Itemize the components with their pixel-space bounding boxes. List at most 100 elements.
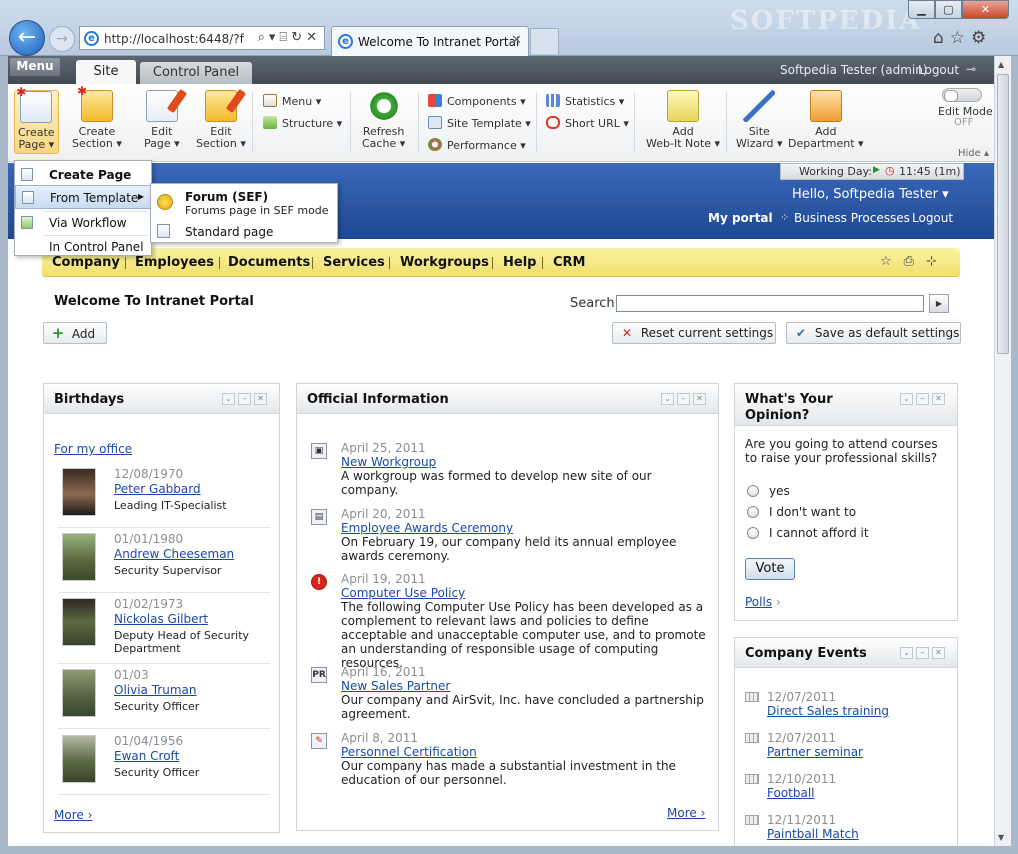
create-page-button[interactable]: ✱ Create Page ▾	[14, 86, 59, 154]
nav-workgroups[interactable]: Workgroups	[400, 255, 489, 270]
avatar[interactable]	[62, 533, 96, 581]
tab-site[interactable]: Site	[76, 60, 136, 85]
address-url[interactable]: http://localhost:6448/?fin	[104, 32, 244, 46]
play-icon[interactable]: ▶	[873, 165, 880, 175]
create-section-button[interactable]: ✱ Create Section ▾	[72, 85, 122, 150]
back-button[interactable]: ←	[9, 20, 45, 56]
collapse-icon[interactable]: ⌄	[661, 393, 674, 405]
add-department-button[interactable]: Add Department ▾	[788, 90, 864, 150]
favorites-star-icon[interactable]: ☆	[950, 28, 971, 48]
nav-documents[interactable]: Documents	[228, 255, 310, 270]
minimize-button[interactable]: ▁	[908, 0, 935, 19]
dropdown-icon[interactable]: ▾	[269, 30, 280, 45]
search-go-button[interactable]: ▶	[929, 294, 949, 313]
event-title-link[interactable]: Direct Sales training	[767, 704, 889, 718]
gadget-header[interactable]: Company Events ⌄ – ✕	[735, 638, 957, 668]
radio-button[interactable]	[747, 485, 759, 497]
birthdays-more-link[interactable]: More ›	[54, 808, 92, 822]
admin-logout-link[interactable]: Logout	[918, 63, 959, 77]
structure-button[interactable]: Structure ▾	[263, 116, 342, 130]
submenu-forum-desc[interactable]: Forums page in SEF mode	[185, 204, 329, 217]
stop-icon[interactable]: ✕	[306, 30, 321, 45]
vertical-scrollbar[interactable]: ▲ ▼	[994, 56, 1011, 846]
news-title-link[interactable]: Personnel Certification	[341, 745, 477, 759]
close-tab-icon[interactable]: ✕	[511, 33, 522, 48]
admin-user-name[interactable]: Softpedia Tester (admin)	[780, 63, 928, 77]
gadget-header[interactable]: Official Information ⌄ – ✕	[297, 384, 718, 414]
print-icon[interactable]: ⎙	[904, 254, 926, 269]
menu-item-via-workflow[interactable]: Via Workflow	[15, 211, 151, 235]
gadget-header[interactable]: What's Your Opinion? ⌄ – ✕	[735, 384, 957, 426]
compat-icon[interactable]: ⌸	[279, 30, 291, 45]
search-icon[interactable]: ⌕	[258, 30, 269, 45]
nav-services[interactable]: Services	[323, 255, 385, 270]
avatar[interactable]	[62, 468, 96, 516]
menu-item-from-template[interactable]: From Template ▶	[15, 185, 151, 209]
menu-button[interactable]: Menu ▾	[263, 94, 321, 108]
working-day-widget[interactable]: Working Day: ▶ ◷ 11:45 (1m)	[780, 163, 964, 180]
reset-settings-button[interactable]: ✕ Reset current settings	[612, 322, 776, 344]
for-my-office-link[interactable]: For my office	[54, 442, 132, 456]
refresh-icon[interactable]: ↻	[291, 30, 306, 45]
browser-tab[interactable]: e Welcome To Intranet Portal ✕	[331, 26, 529, 56]
gear-icon[interactable]: ⚙	[971, 28, 992, 48]
close-window-button[interactable]: ✕	[962, 0, 1009, 19]
edit-page-button[interactable]: Edit Page ▾	[144, 88, 187, 150]
collapse-icon[interactable]: ⌄	[900, 647, 913, 659]
menu-item-in-control-panel[interactable]: In Control Panel	[15, 235, 151, 259]
person-name-link[interactable]: Ewan Croft	[114, 749, 179, 763]
minimize-icon[interactable]: –	[677, 393, 690, 405]
close-icon[interactable]: ✕	[932, 393, 945, 405]
collapse-icon[interactable]: ⌄	[222, 393, 235, 405]
my-portal-link[interactable]: My portal	[708, 211, 773, 225]
save-default-button[interactable]: ✔ Save as default settings	[786, 322, 961, 344]
close-icon[interactable]: ✕	[932, 647, 945, 659]
person-name-link[interactable]: Nickolas Gilbert	[114, 612, 208, 626]
avatar[interactable]	[62, 669, 96, 717]
hello-user-menu[interactable]: Hello, Softpedia Tester ▾	[792, 187, 949, 202]
event-title-link[interactable]: Partner seminar	[767, 745, 863, 759]
sitemap-icon[interactable]: ⊹	[926, 254, 949, 269]
admin-menu-button[interactable]: Menu	[10, 58, 60, 76]
edit-section-button[interactable]: Edit Section ▾	[196, 88, 247, 150]
news-title-link[interactable]: Employee Awards Ceremony	[341, 521, 513, 535]
official-more-link[interactable]: More ›	[667, 806, 705, 820]
news-title-link[interactable]: New Workgroup	[341, 455, 436, 469]
vote-button[interactable]: Vote	[745, 558, 795, 580]
close-icon[interactable]: ✕	[254, 393, 267, 405]
components-button[interactable]: Components ▾	[428, 94, 526, 108]
pin-icon[interactable]: ⊸	[966, 62, 976, 76]
radio-button[interactable]	[747, 506, 759, 518]
nav-crm[interactable]: CRM	[553, 255, 586, 270]
news-title-link[interactable]: Computer Use Policy	[341, 586, 465, 600]
poll-option[interactable]: I don't want to	[747, 505, 856, 519]
minimize-icon[interactable]: –	[916, 647, 929, 659]
close-icon[interactable]: ✕	[693, 393, 706, 405]
star-icon[interactable]: ☆	[880, 254, 904, 269]
submenu-standard-page[interactable]: Standard page	[185, 225, 273, 239]
site-template-button[interactable]: Site Template ▾	[428, 116, 531, 130]
gadget-header[interactable]: Birthdays ⌄ – ✕	[44, 384, 279, 414]
radio-button[interactable]	[747, 527, 759, 539]
nav-help[interactable]: Help	[503, 255, 536, 270]
scroll-down-icon[interactable]: ▼	[998, 833, 1004, 842]
person-name-link[interactable]: Peter Gabbard	[114, 482, 201, 496]
business-processes-link[interactable]: Business Processes	[794, 211, 910, 225]
address-bar[interactable]: e http://localhost:6448/?fin ⌕▾⌸↻✕	[79, 26, 325, 50]
poll-option[interactable]: yes	[747, 484, 790, 498]
performance-button[interactable]: Performance ▾	[428, 138, 526, 152]
edit-mode-toggle[interactable]	[942, 88, 982, 102]
polls-link[interactable]: Polls	[745, 595, 772, 609]
statistics-button[interactable]: Statistics ▾	[546, 94, 624, 108]
add-gadget-button[interactable]: + Add	[43, 322, 107, 344]
avatar[interactable]	[62, 598, 96, 646]
add-webit-note-button[interactable]: Add Web-It Note ▾	[646, 90, 720, 150]
poll-option[interactable]: I cannot afford it	[747, 526, 869, 540]
minimize-icon[interactable]: –	[916, 393, 929, 405]
menu-item-create-page[interactable]: Create Page	[15, 163, 151, 187]
submenu-forum-title[interactable]: Forum (SEF)	[185, 190, 268, 204]
new-tab-button[interactable]	[530, 28, 559, 54]
search-input[interactable]	[616, 295, 924, 312]
person-name-link[interactable]: Olivia Truman	[114, 683, 196, 697]
home-icon[interactable]: ⌂	[933, 28, 950, 48]
